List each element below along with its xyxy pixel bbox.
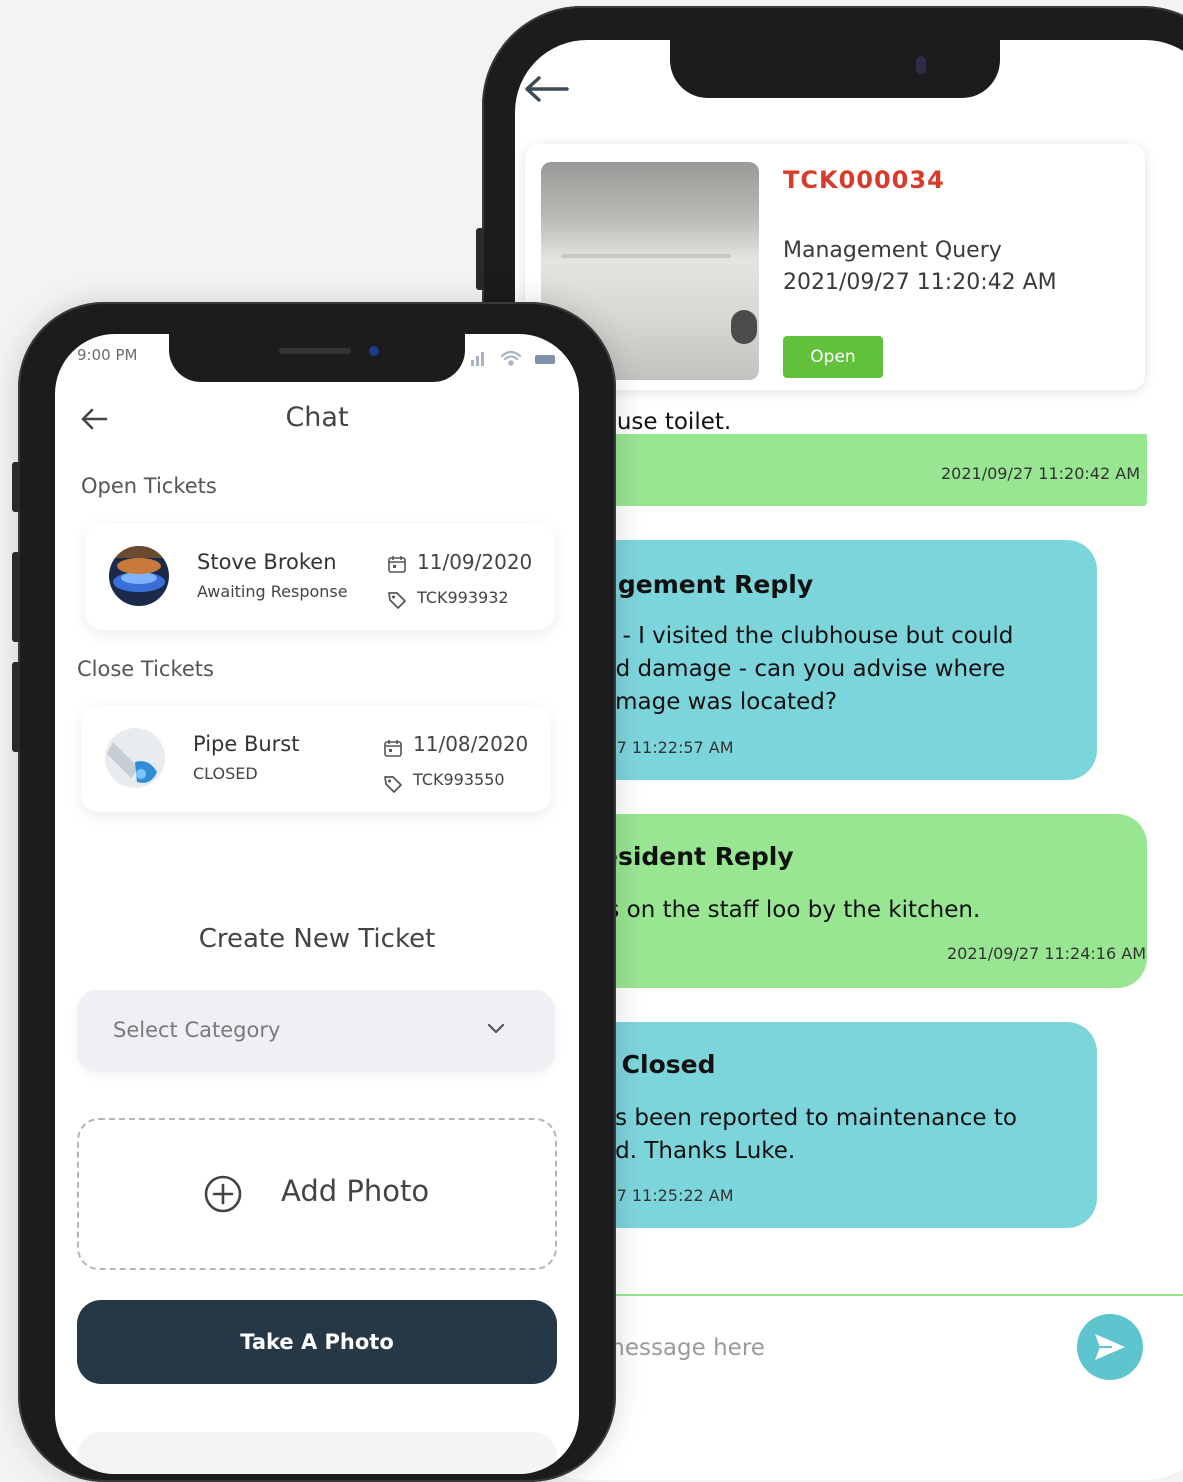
ticket-category: Management Query (783, 238, 1002, 263)
wall-damage (561, 254, 731, 258)
status-icons (471, 350, 555, 366)
signal-icon (471, 352, 484, 366)
add-photo-label: Add Photo (281, 1174, 430, 1208)
chat-list-screen: 9:00 PM Chat Open Tickets Stove Broken A… (55, 334, 579, 1474)
phone-side-button (12, 552, 20, 642)
ticket-summary-card: TCK000034 Management Query 2021/09/27 11… (525, 144, 1145, 390)
message-time: /27 11:25:22 AM (601, 1186, 734, 1205)
message-title: agement Reply (601, 570, 814, 599)
speaker-grille (279, 348, 351, 354)
camera-icon (916, 56, 926, 74)
tag-icon (384, 776, 402, 793)
chevron-down-icon (487, 1023, 505, 1034)
ticket-avatar (109, 546, 169, 606)
message-text: 's on the staff loo by the kitchen. (601, 897, 981, 923)
create-ticket-heading: Create New Ticket (198, 924, 436, 954)
category-select[interactable]: Select Category (77, 990, 555, 1072)
wifi-icon (500, 350, 522, 366)
back-arrow-icon[interactable] (521, 74, 571, 104)
camera-icon (369, 346, 379, 356)
message-text: as been reported to maintenance to ed. T… (601, 1105, 1017, 1164)
status-badge: Open (783, 336, 883, 378)
ticket-id: TCK993550 (413, 770, 505, 789)
status-time: 9:00 PM (77, 346, 138, 364)
message-time: /27 11:22:57 AM (601, 738, 734, 757)
page-title: Chat (285, 402, 349, 433)
ticket-status: Awaiting Response (197, 582, 348, 601)
chat-list-phone: 9:00 PM Chat Open Tickets Stove Broken A… (12, 302, 616, 1482)
ticket-name: Stove Broken (197, 550, 337, 574)
send-button[interactable] (1077, 1314, 1143, 1380)
ticket-id: TCK993932 (417, 588, 509, 607)
phone-side-button (12, 462, 20, 512)
close-tickets-heading: Close Tickets (77, 657, 214, 681)
next-button[interactable] (77, 1432, 557, 1474)
phone-notch (169, 334, 465, 382)
message-title: esident Reply (601, 842, 794, 871)
message-time: 2021/09/27 11:24:16 AM (947, 944, 1146, 963)
phone-side-button (12, 662, 20, 752)
message-text: e - I visited the clubhouse but could nd… (601, 623, 1014, 715)
door-knob (731, 310, 757, 344)
message-time: 2021/09/27 11:20:42 AM (941, 464, 1140, 483)
ticket-status: CLOSED (193, 764, 258, 783)
message-title: t Closed (601, 1050, 716, 1079)
open-ticket-row[interactable]: Stove Broken Awaiting Response 11/09/202… (85, 524, 555, 630)
calendar-icon (388, 556, 406, 573)
ticket-datetime: 2021/09/27 11:20:42 AM (783, 270, 1057, 295)
ticket-avatar (105, 728, 165, 788)
ticket-date: 11/08/2020 (413, 732, 529, 756)
battery-icon (535, 355, 555, 364)
add-photo-area[interactable]: Add Photo (77, 1118, 557, 1270)
tag-icon (388, 592, 406, 609)
closed-ticket-row[interactable]: Pipe Burst CLOSED 11/08/2020 TCK993550 (81, 706, 551, 812)
category-select-value: Select Category (113, 1018, 281, 1042)
take-photo-button[interactable]: Take A Photo (77, 1300, 557, 1384)
open-tickets-heading: Open Tickets (81, 474, 217, 498)
message-input[interactable] (555, 1302, 1059, 1394)
send-icon (1095, 1334, 1125, 1360)
add-circle-icon (204, 1175, 242, 1213)
calendar-icon (384, 740, 402, 757)
phone-side-button (476, 228, 484, 290)
ticket-code: TCK000034 (783, 166, 945, 194)
ticket-date: 11/09/2020 (417, 550, 533, 574)
ticket-name: Pipe Burst (193, 732, 300, 756)
phone-notch (670, 40, 1000, 98)
